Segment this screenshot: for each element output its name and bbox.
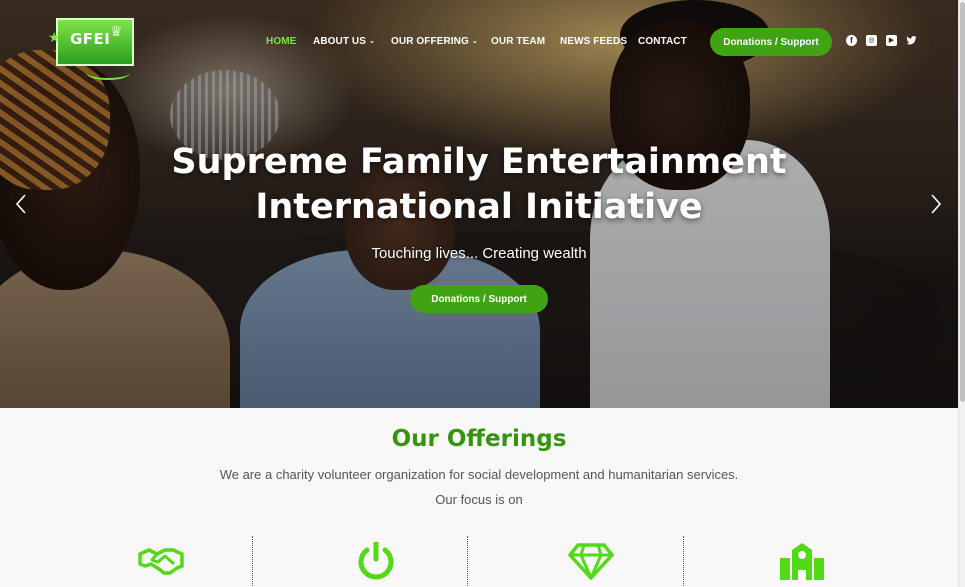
hero-title: Supreme Family Entertainment Internation… (0, 140, 958, 230)
star-icon: ★ (48, 29, 61, 45)
nav-item-label: OUR OFFERING (391, 36, 469, 47)
hero-title-line2: International Initiative (255, 187, 703, 227)
chevron-down-icon: ⌄ (369, 38, 375, 45)
hero-subtitle: Touching lives... Creating wealth (371, 245, 587, 262)
nav-item-label: OUR TEAM (491, 36, 546, 47)
diamond-icon[interactable] (567, 542, 615, 580)
crown-icon: ♛ (110, 23, 123, 39)
nav-item-label: HOME (266, 36, 297, 47)
offerings-title: Our Offerings (391, 426, 567, 452)
facebook-icon[interactable]: f (846, 35, 857, 46)
nav-item-label: NEWS FEEDS (560, 36, 628, 47)
hero-title-line1: Supreme Family Entertainment (171, 142, 787, 182)
instagram-icon[interactable]: ◎ (866, 35, 877, 46)
chevron-left-icon[interactable] (11, 192, 31, 216)
youtube-icon[interactable]: ▶ (886, 35, 897, 46)
nav-item-contact[interactable]: CONTACT (638, 35, 687, 49)
nav-item-news-feeds[interactable]: NEWS FEEDS (560, 35, 627, 49)
offerings-description: We are a charity volunteer organization … (219, 467, 739, 482)
nav-item-our-team[interactable]: OUR TEAM (491, 35, 545, 49)
page-scrollbar[interactable] (958, 0, 965, 587)
power-icon[interactable] (352, 540, 400, 580)
handshake-icon[interactable] (137, 542, 185, 580)
hero-donations-button[interactable]: Donations / Support (410, 285, 548, 313)
hero-slider: GFEI ★ ♛ HOME ABOUT US ⌄ OUR OFFERING ⌄ OU… (0, 0, 958, 408)
site-logo[interactable]: GFEI ★ ♛ (48, 16, 136, 82)
offerings-section: Our Offerings We are a charity volunteer… (0, 408, 958, 587)
nav-item-home[interactable]: HOME (266, 35, 296, 49)
nav-item-label: ABOUT US (313, 36, 367, 47)
chevron-right-icon[interactable] (926, 192, 946, 216)
column-divider (467, 536, 468, 587)
nav-item-about-us[interactable]: ABOUT US ⌄ (313, 35, 375, 49)
nav-item-label: CONTACT (638, 36, 687, 47)
logo-swirl (86, 66, 130, 80)
offerings-focus: Our focus is on (435, 492, 523, 507)
header-donations-button[interactable]: Donations / Support (710, 28, 832, 56)
logo-text: GFEI (70, 30, 111, 48)
chevron-down-icon: ⌄ (471, 38, 478, 45)
building-icon[interactable] (778, 542, 826, 580)
twitter-icon[interactable] (906, 35, 917, 46)
column-divider (683, 536, 684, 587)
page: GFEI ★ ♛ HOME ABOUT US ⌄ OUR OFFERING ⌄ OU… (0, 0, 958, 587)
scrollbar-thumb[interactable] (960, 2, 965, 402)
column-divider (252, 536, 253, 587)
nav-item-our-offering[interactable]: OUR OFFERING ⌄ (391, 35, 478, 49)
